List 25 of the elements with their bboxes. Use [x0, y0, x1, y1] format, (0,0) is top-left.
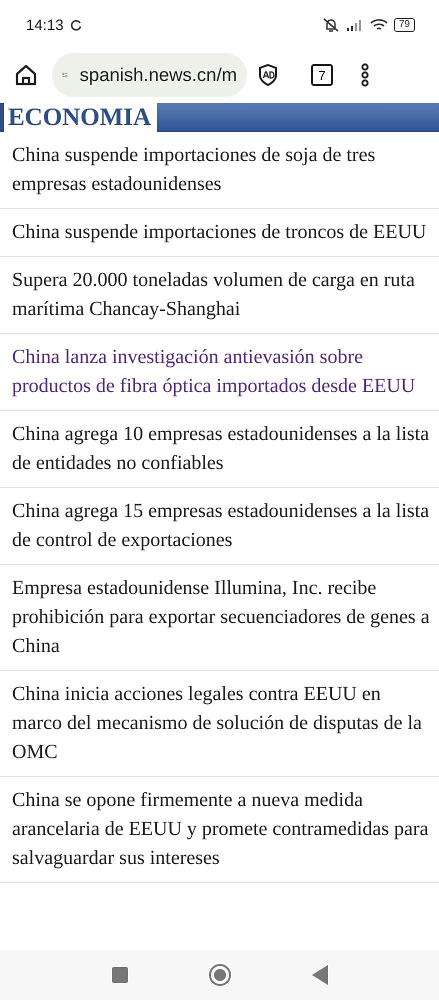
signal-icon [346, 19, 364, 31]
article-link[interactable]: China agrega 10 empresas estadounidenses a la lista de entidades no confiables [0, 411, 439, 488]
article-link[interactable]: China inicia acciones legales contra EEUU en marco del mecanismo de solución de disputas de la OMC [0, 671, 439, 777]
ad-shield-icon[interactable] [257, 63, 279, 87]
home-icon[interactable] [14, 63, 38, 87]
article-link[interactable]: China suspende importaciones de troncos de EEUU [0, 209, 439, 257]
article-link[interactable]: Supera 20.000 toneladas volumen de carga en ruta marítima Chancay-Shanghai [0, 257, 439, 334]
sync-icon [70, 19, 82, 31]
status-time: 14:13 [26, 16, 64, 34]
article-link[interactable]: China suspende importaciones de soja de tres empresas estadounidenses [0, 132, 439, 209]
article-link[interactable]: Empresa estadounidense Illumina, Inc. recibe prohibición para exportar secuenciadores de genes a China [0, 565, 439, 671]
url-text: spanish.news.cn/m [80, 64, 237, 86]
article-link[interactable]: China lanza investigación antievasión sobre productos de fibra óptica importados desde EEUU [0, 334, 439, 411]
recents-icon[interactable] [112, 967, 128, 983]
battery-indicator: 79 [394, 18, 415, 32]
menu-icon[interactable] [361, 63, 369, 87]
article-link[interactable]: China se opone firmemente a nueva medida arancelaria de EEUU y promete contramedidas para salvaguardar sus intereses [0, 777, 439, 883]
muted-bell-icon [322, 17, 340, 33]
tab-count-button[interactable]: 7 [311, 64, 333, 86]
wifi-icon [370, 18, 388, 32]
home-circle-icon[interactable] [208, 963, 232, 987]
section-title: ECONOMIA [4, 103, 158, 132]
back-icon[interactable] [312, 965, 328, 985]
article-link[interactable]: China agrega 15 empresas estadounidenses a la lista de control de exportaciones [0, 488, 439, 565]
address-bar[interactable]: spanish.news.cn/m [52, 53, 247, 97]
